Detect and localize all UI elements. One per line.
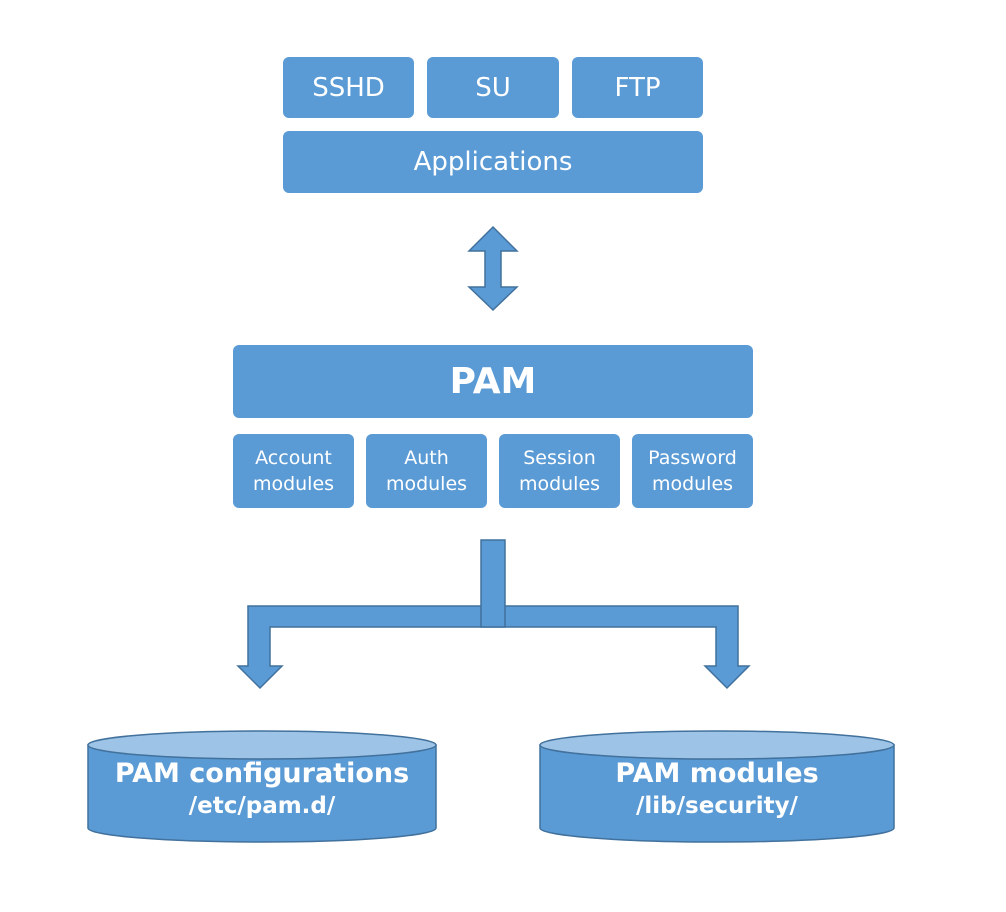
storage-config-text: PAM configurations /etc/pam.d/	[88, 758, 436, 819]
pam-title: PAM	[449, 361, 537, 402]
storage-modules-text: PAM modules /lib/security/	[540, 758, 894, 819]
module-auth-line2: modules	[385, 473, 468, 495]
module-session-line1: Session	[523, 447, 596, 469]
module-session-line2: modules	[518, 473, 601, 495]
module-password: Password modules	[632, 434, 753, 508]
module-password-line2: modules	[651, 473, 734, 495]
storage-config-path: /etc/pam.d/	[188, 793, 336, 819]
bidirectional-arrow-icon	[467, 225, 519, 312]
split-arrow-stem	[480, 539, 506, 628]
module-auth-line1: Auth	[404, 447, 449, 469]
storage-config-title: PAM configurations	[114, 758, 410, 789]
module-password-line1: Password	[648, 447, 737, 469]
storage-modules-title: PAM modules	[615, 758, 819, 789]
module-account-line1: Account	[255, 447, 332, 469]
module-auth: Auth modules	[366, 434, 487, 508]
module-account-line2: modules	[252, 473, 335, 495]
storage-modules-path: /lib/security/	[636, 793, 798, 819]
pam-box: PAM	[233, 345, 753, 418]
module-account: Account modules	[233, 434, 354, 508]
module-session: Session modules	[499, 434, 620, 508]
